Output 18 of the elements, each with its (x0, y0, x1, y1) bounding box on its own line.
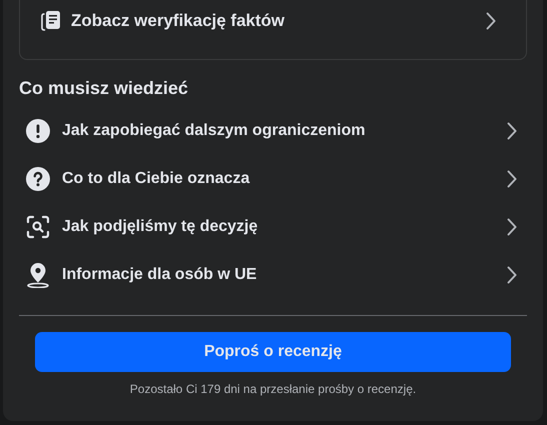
info-link-row[interactable]: Informacje dla osób w UE (19, 251, 527, 299)
question-icon (26, 167, 50, 191)
exclamation-icon (26, 119, 50, 143)
document-icon (40, 10, 62, 32)
scan-search-icon (26, 215, 50, 239)
chevron-right-icon (507, 170, 517, 188)
chevron-right-icon (486, 12, 496, 30)
section-heading: Co musisz wiedzieć (19, 77, 190, 100)
chevron-right-icon (507, 122, 517, 140)
info-link-row[interactable]: Jak podjęliśmy tę decyzję (19, 203, 527, 251)
location-pin-icon (26, 262, 50, 288)
fact-check-link[interactable]: Zobacz weryfikację faktów (20, 6, 526, 36)
remaining-days-note: Pozostało Ci 179 dni na przesłanie prośby o recenzję. (128, 381, 418, 398)
info-link-row[interactable]: Jak zapobiegać dalszym ograniczeniom (19, 107, 527, 155)
request-review-button[interactable]: Poproś o recenzję (35, 332, 511, 372)
chevron-right-icon (507, 266, 517, 284)
chevron-right-icon (507, 218, 517, 236)
info-link-row[interactable]: Co to dla Ciebie oznacza (19, 155, 527, 203)
